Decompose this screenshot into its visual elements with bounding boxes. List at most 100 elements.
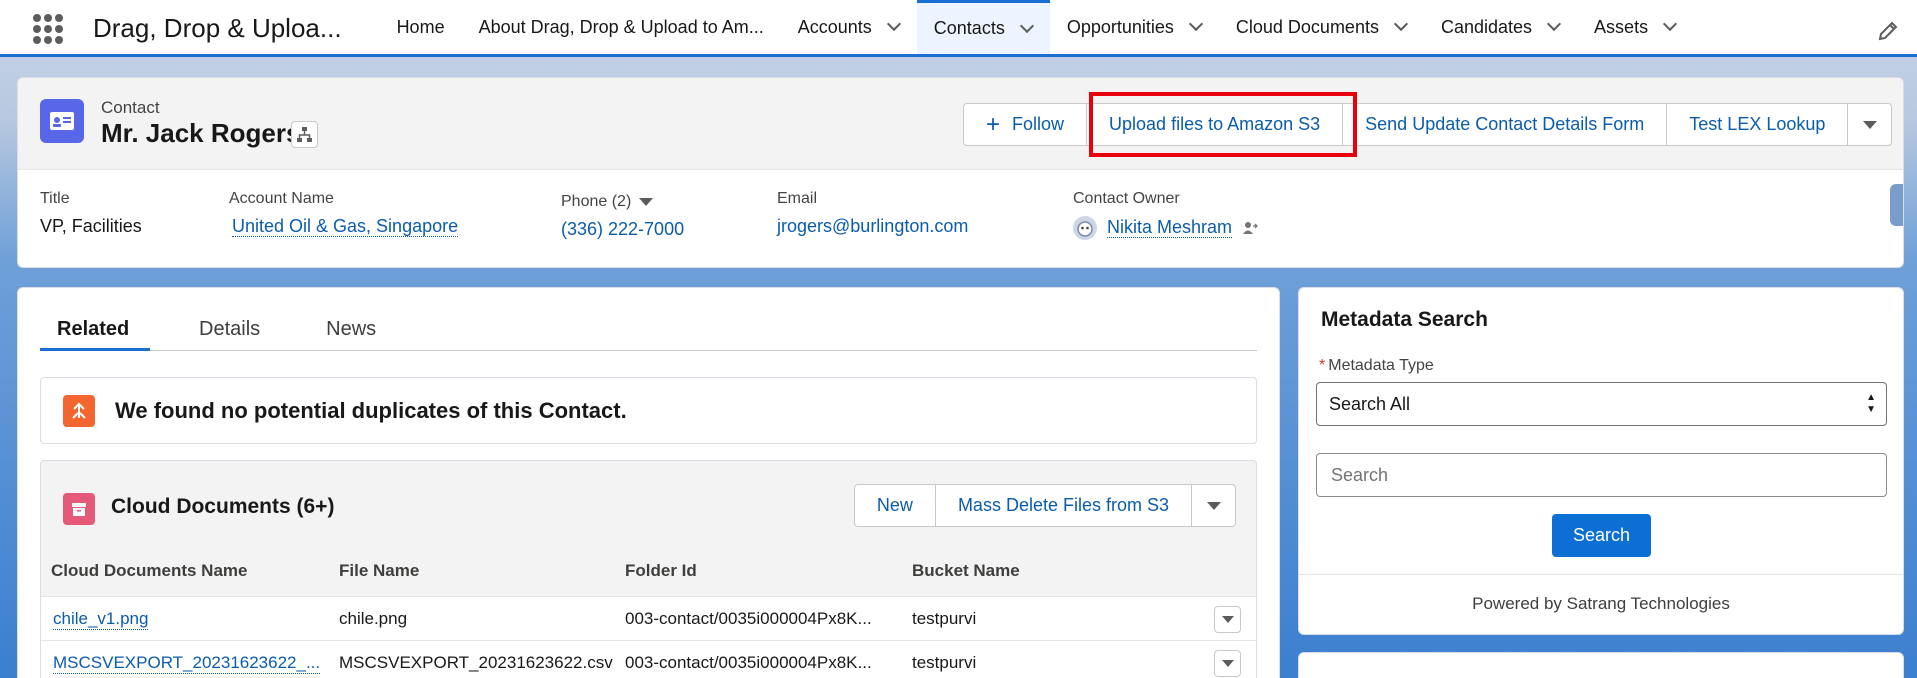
nav-item-assets[interactable]: Assets bbox=[1577, 0, 1693, 54]
metadata-type-label: * Metadata Type bbox=[1319, 357, 1434, 375]
nav-item-home[interactable]: Home bbox=[380, 0, 462, 54]
contact-icon bbox=[40, 99, 84, 143]
merge-icon bbox=[63, 394, 95, 427]
top-nav: Drag, Drop & Uploa... Home About Drag, D… bbox=[0, 0, 1917, 57]
app-launcher-icon[interactable] bbox=[33, 14, 63, 44]
field-label: Phone (2) bbox=[561, 193, 632, 210]
nav-item-label: Assets bbox=[1594, 16, 1649, 37]
folder-id-cell: 003-contact/0035i000004Px8K... bbox=[625, 609, 872, 628]
send-update-form-button[interactable]: Send Update Contact Details Form bbox=[1342, 103, 1668, 146]
column-header[interactable]: Folder Id bbox=[625, 561, 697, 581]
file-name-cell: MSCSVEXPORT_20231623622.csv bbox=[339, 653, 613, 672]
send-update-form-label: Send Update Contact Details Form bbox=[1365, 114, 1645, 134]
nav-item-candidates[interactable]: Candidates bbox=[1424, 0, 1577, 54]
duplicates-card: We found no potential duplicates of this… bbox=[40, 377, 1257, 444]
nav-item-label: Candidates bbox=[1440, 16, 1533, 37]
change-owner-icon[interactable] bbox=[1241, 219, 1259, 237]
chevron-down-icon[interactable] bbox=[1190, 21, 1202, 33]
tab-related[interactable]: Related bbox=[40, 318, 150, 351]
table-row: chile_v1.png chile.png 003-contact/0035i… bbox=[41, 596, 1256, 640]
pencil-icon[interactable] bbox=[1877, 20, 1899, 42]
more-actions-button[interactable] bbox=[1191, 484, 1236, 527]
cloud-documents-actions: New Mass Delete Files from S3 bbox=[853, 484, 1236, 527]
metadata-search-title: Metadata Search bbox=[1321, 308, 1488, 331]
bucket-name-cell: testpurvi bbox=[912, 653, 977, 672]
field-email: Email jrogers@burlington.com bbox=[777, 190, 1073, 240]
file-name-cell: chile.png bbox=[339, 609, 408, 628]
nav-item-label: Opportunities bbox=[1066, 16, 1174, 37]
caret-down-icon bbox=[1862, 120, 1877, 129]
powered-by: Powered by Satrang Technologies bbox=[1472, 594, 1730, 613]
chevron-down-icon[interactable] bbox=[1021, 23, 1033, 35]
search-button[interactable]: Search bbox=[1552, 514, 1651, 557]
divider bbox=[1299, 574, 1903, 575]
cloud-documents-title[interactable]: Cloud Documents (6+) bbox=[111, 495, 334, 519]
chevron-down-icon[interactable] bbox=[1395, 21, 1407, 33]
record-actions: + Follow Upload files to Amazon S3 Send … bbox=[963, 103, 1893, 146]
caret-down-icon[interactable] bbox=[639, 198, 654, 206]
archive-icon bbox=[63, 493, 95, 525]
account-link[interactable]: United Oil & Gas, Singapore bbox=[232, 216, 459, 237]
tab-details[interactable]: Details bbox=[182, 318, 277, 351]
email-link[interactable]: jrogers@burlington.com bbox=[777, 216, 1073, 237]
field-value: VP, Facilities bbox=[40, 216, 142, 236]
field-label: Contact Owner bbox=[1073, 190, 1180, 207]
column-header[interactable]: File Name bbox=[339, 561, 419, 581]
mass-delete-button[interactable]: Mass Delete Files from S3 bbox=[934, 484, 1192, 527]
chevron-down-icon[interactable] bbox=[888, 21, 900, 33]
related-panel: Related Details News We found no potenti… bbox=[17, 287, 1280, 678]
caret-down-icon bbox=[1221, 660, 1234, 667]
metadata-type-select[interactable]: Search All ▲ ▼ bbox=[1316, 382, 1887, 426]
test-lex-lookup-button[interactable]: Test LEX Lookup bbox=[1666, 103, 1849, 146]
follow-label: Follow bbox=[1012, 114, 1065, 134]
row-menu-button[interactable] bbox=[1214, 650, 1241, 677]
nav-item-contacts[interactable]: Contacts bbox=[916, 0, 1050, 54]
field-label: Email bbox=[777, 190, 818, 207]
hierarchy-button[interactable] bbox=[291, 121, 318, 148]
document-name-link[interactable]: MSCSVEXPORT_20231623622_... bbox=[53, 653, 321, 674]
nav-item-accounts[interactable]: Accounts bbox=[781, 0, 917, 54]
nav-item-label: About Drag, Drop & Upload to Am... bbox=[478, 16, 764, 37]
follow-button[interactable]: + Follow bbox=[963, 103, 1088, 146]
metadata-type-value: Search All bbox=[1329, 394, 1411, 414]
row-menu-button[interactable] bbox=[1214, 606, 1241, 633]
cloud-documents-card: Cloud Documents (6+) New Mass Delete Fil… bbox=[40, 460, 1257, 678]
caret-down-icon bbox=[1221, 616, 1234, 623]
metadata-search-card: Metadata Search * Metadata Type Search Al… bbox=[1298, 287, 1904, 635]
record-header: Contact Mr. Jack Rogers + Follow Upload … bbox=[17, 77, 1904, 268]
document-name-link[interactable]: chile_v1.png bbox=[53, 609, 149, 630]
mass-delete-label: Mass Delete Files from S3 bbox=[957, 495, 1169, 515]
nav-item-label: Cloud Documents bbox=[1235, 16, 1379, 37]
utility-tab[interactable] bbox=[1890, 184, 1903, 226]
phone-link[interactable]: (336) 222-7000 bbox=[561, 219, 777, 240]
column-header[interactable]: Cloud Documents Name bbox=[51, 561, 247, 581]
record-name: Mr. Jack Rogers bbox=[101, 118, 301, 148]
chevron-down-icon[interactable] bbox=[1664, 21, 1676, 33]
nav-item-opportunities[interactable]: Opportunities bbox=[1050, 0, 1219, 54]
field-title: Title VP, Facilities bbox=[40, 190, 229, 240]
nav-item-label: Contacts bbox=[933, 18, 1005, 38]
column-header[interactable]: Bucket Name bbox=[912, 561, 1020, 581]
field-label: Title bbox=[40, 190, 70, 207]
table-row: MSCSVEXPORT_20231623622_... MSCSVEXPORT_… bbox=[41, 640, 1256, 678]
metadata-search-input[interactable] bbox=[1316, 453, 1887, 497]
upload-s3-button[interactable]: Upload files to Amazon S3 bbox=[1086, 103, 1344, 146]
chevron-down-icon[interactable] bbox=[1548, 21, 1560, 33]
highlights-panel: Title VP, Facilities Account Name United… bbox=[40, 190, 1333, 240]
tab-news[interactable]: News bbox=[309, 318, 393, 351]
field-account-name: Account Name United Oil & Gas, Singapore bbox=[229, 190, 561, 240]
record-header-top: Contact Mr. Jack Rogers + Follow Upload … bbox=[18, 78, 1903, 170]
nav-item-about[interactable]: About Drag, Drop & Upload to Am... bbox=[462, 0, 781, 54]
duplicates-message: We found no potential duplicates of this… bbox=[115, 397, 627, 423]
nav-item-cloud-documents[interactable]: Cloud Documents bbox=[1219, 0, 1424, 54]
new-label: New bbox=[876, 495, 913, 515]
hierarchy-icon bbox=[297, 127, 312, 142]
more-actions-button[interactable] bbox=[1847, 103, 1893, 146]
cloud-documents-header: Cloud Documents (6+) New Mass Delete Fil… bbox=[41, 461, 1256, 549]
new-button[interactable]: New bbox=[853, 484, 936, 527]
nav-item-label: Accounts bbox=[797, 16, 872, 37]
app-name: Drag, Drop & Uploa... bbox=[93, 13, 342, 43]
owner-link[interactable]: Nikita Meshram bbox=[1107, 216, 1233, 238]
metadata-type-label-text: Metadata Type bbox=[1328, 357, 1434, 374]
select-arrows-icon: ▲ ▼ bbox=[1866, 392, 1876, 415]
